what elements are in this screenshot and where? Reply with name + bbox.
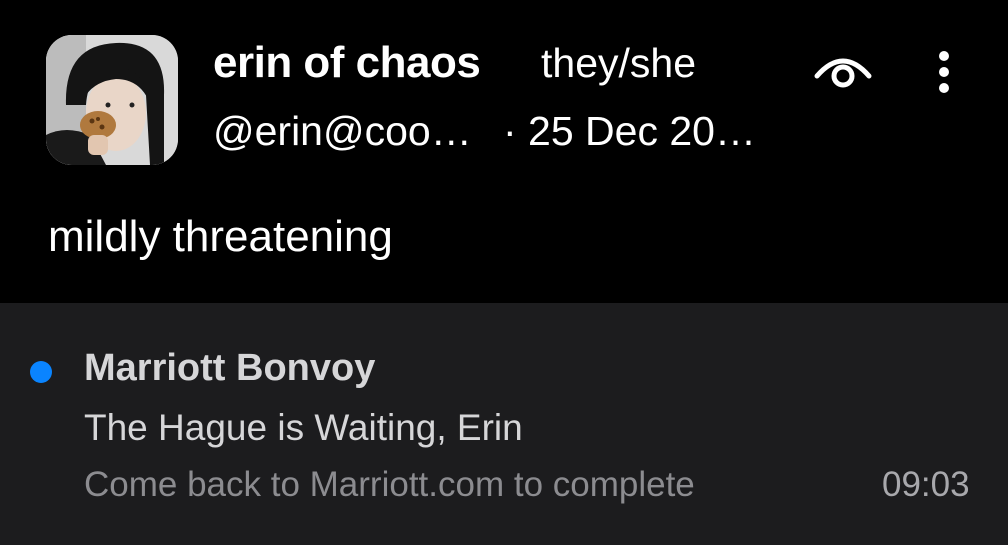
avatar[interactable]: [46, 35, 178, 165]
email-preview: Come back to Marriott.com to complete: [84, 465, 695, 504]
email-subject: The Hague is Waiting, Erin: [84, 407, 523, 448]
post-card: erin of chaos they/she @erin@coo… · 25 D…: [0, 0, 1008, 303]
display-name[interactable]: erin of chaos: [213, 38, 481, 88]
email-sender: Marriott Bonvoy: [84, 347, 376, 389]
email-time: 09:03: [882, 465, 970, 504]
post-text: mildly threatening: [48, 212, 393, 261]
pronouns: they/she: [541, 40, 696, 86]
avatar-photo: [46, 35, 178, 165]
unread-dot-icon: [30, 361, 52, 383]
post-date: · 25 Dec 20…: [503, 108, 756, 154]
user-handle[interactable]: @erin@coo…: [213, 108, 472, 155]
more-vertical-icon[interactable]: [930, 48, 958, 96]
eye-icon[interactable]: [813, 50, 873, 90]
email-notification[interactable]: Marriott Bonvoy The Hague is Waiting, Er…: [0, 303, 1008, 545]
